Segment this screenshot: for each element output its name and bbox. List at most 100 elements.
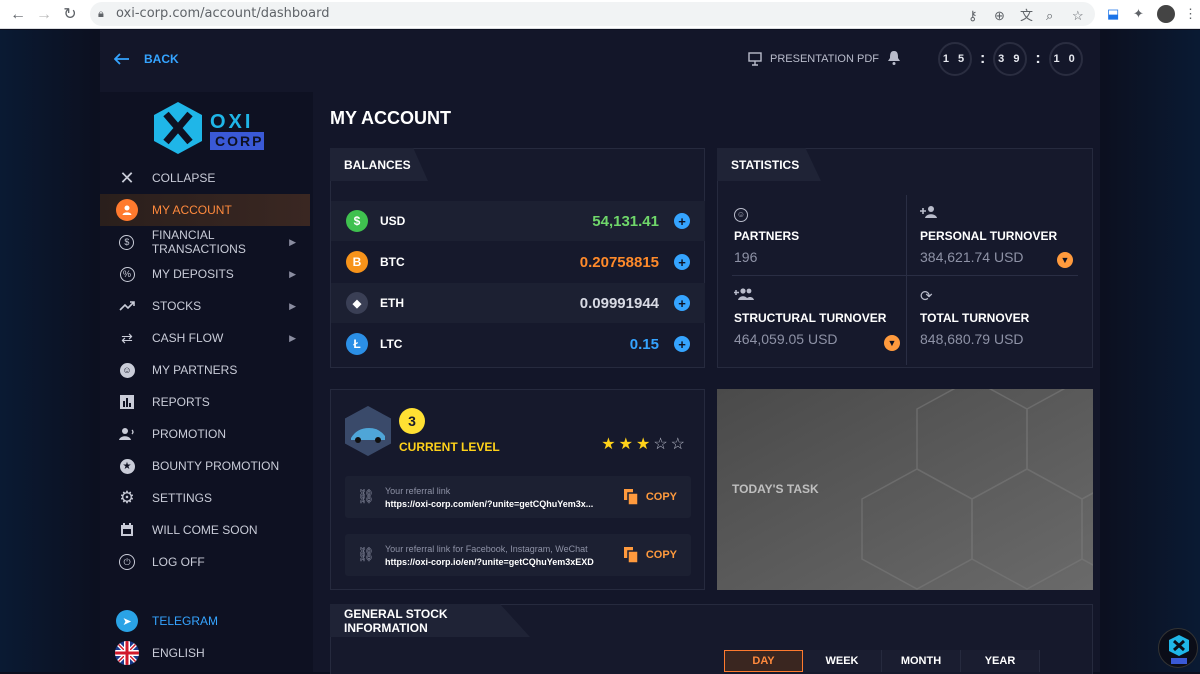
stat-total-turnover: ⟳ TOTAL TURNOVER 848,680.79 USD (920, 287, 1092, 347)
sidebar-item-cash-flow[interactable]: ⇄ CASH FLOW ▶ (100, 322, 310, 354)
sidebar-item-log-off[interactable]: ⏻ LOG OFF (100, 546, 310, 578)
sidebar-item-bounty-promotion[interactable]: ★ BOUNTY PROMOTION (100, 450, 310, 482)
browser-toolbar: ← → ↻ 🔒︎ oxi-corp.com/account/dashboard … (0, 0, 1200, 29)
address-bar[interactable]: 🔒︎ oxi-corp.com/account/dashboard ⚷ ⊕ 文 … (90, 2, 1095, 26)
telegram-link[interactable]: ➤ TELEGRAM (100, 605, 310, 637)
coin-value: 0.09991944 (579, 294, 659, 312)
expand-personal-turnover-button[interactable]: ▼ (1057, 252, 1073, 268)
expand-structural-turnover-button[interactable]: ▼ (884, 335, 900, 351)
plus-circle-icon[interactable]: ⊕ (994, 8, 1005, 24)
coin-value: 54,131.41 (592, 212, 659, 230)
top-bar: BACK PRESENTATION PDF 1 5 : 3 9 : 1 0 (100, 30, 1100, 92)
stat-label: PERSONAL TURNOVER (920, 229, 1058, 243)
tab-day[interactable]: DAY (724, 650, 803, 672)
balances-panel: BALANCES $ USD 54,131.41 + B BTC 0.20758… (330, 148, 705, 368)
close-icon: ✕ (119, 167, 135, 188)
balance-row-btc: B BTC 0.20758815 + (331, 242, 705, 282)
sidebar-item-will-come-soon[interactable]: WILL COME SOON (100, 514, 310, 546)
coin-name: BTC (380, 255, 405, 269)
referral-label: Your referral link for Facebook, Instagr… (385, 544, 588, 554)
timer-minutes: 3 9 (993, 42, 1028, 76)
key-icon[interactable]: ⚷ (968, 8, 978, 24)
sidebar-item-my-deposits[interactable]: % MY DEPOSITS ▶ (100, 258, 310, 290)
level-panel: 3 CURRENT LEVEL ★★★☆☆ ⛓ Your referral li… (330, 389, 705, 590)
add-usd-button[interactable]: + (674, 213, 690, 229)
copy-button[interactable]: COPY (623, 547, 677, 563)
page-title: MY ACCOUNT (330, 108, 451, 128)
sidebar-item-label: MY PARTNERS (152, 363, 238, 377)
profile-avatar[interactable] (1157, 5, 1175, 23)
period-tabs: DAY WEEK MONTH YEAR (724, 650, 1040, 672)
balance-row-eth: ◆ ETH 0.09991944 + (331, 283, 705, 323)
forward-arrow-icon[interactable]: → (34, 5, 54, 25)
trend-icon (116, 295, 138, 317)
bell-icon[interactable] (887, 50, 901, 66)
tab-month[interactable]: MONTH (882, 650, 961, 672)
todays-task-title: TODAY'S TASK (732, 482, 819, 496)
referral-link-social-box: ⛓ Your referral link for Facebook, Insta… (345, 534, 691, 576)
divider (732, 275, 1078, 276)
statistics-panel: STATISTICS ☺ PARTNERS 196 PERSONAL TURNO… (717, 148, 1093, 368)
coin-name: USD (380, 214, 406, 228)
back-arrow-icon[interactable]: ← (8, 5, 28, 25)
timer-separator: : (1035, 50, 1041, 67)
balances-tab: BALANCES (330, 148, 428, 181)
url-text: oxi-corp.com/account/dashboard (116, 6, 330, 21)
timer-separator: : (980, 50, 986, 67)
back-button[interactable]: BACK (114, 52, 179, 66)
sidebar-item-promotion[interactable]: PROMOTION (100, 418, 310, 450)
referral-url[interactable]: https://oxi-corp.io/en/?unite=getCQhuYem… (385, 557, 605, 567)
presentation-pdf-button[interactable]: PRESENTATION PDF (748, 52, 879, 66)
statistics-tab: STATISTICS (717, 148, 821, 181)
copy-label: COPY (645, 491, 677, 503)
back-arrow-icon (114, 53, 129, 65)
puzzle-icon[interactable]: ✦ (1133, 6, 1144, 22)
stat-partners: ☺ PARTNERS 196 (734, 205, 906, 265)
sidebar-item-label: PROMOTION (152, 427, 226, 441)
partners-icon: ☺ (116, 359, 138, 381)
level-car-image (345, 406, 391, 456)
copy-button[interactable]: COPY (623, 489, 677, 505)
extension-icon[interactable]: ⬓ (1107, 6, 1119, 22)
add-btc-button[interactable]: + (674, 254, 690, 270)
tab-year[interactable]: YEAR (961, 650, 1040, 672)
tab-week[interactable]: WEEK (803, 650, 882, 672)
sidebar-item-my-partners[interactable]: ☺ MY PARTNERS (100, 354, 310, 386)
referral-link-box: ⛓ Your referral link https://oxi-corp.co… (345, 476, 691, 518)
sidebar-item-collapse[interactable]: ✕ COLLAPSE (100, 162, 310, 194)
sidebar-item-stocks[interactable]: STOCKS ▶ (100, 290, 310, 322)
sidebar-item-reports[interactable]: REPORTS (100, 386, 310, 418)
copy-label: COPY (645, 549, 677, 561)
link-icon: ⛓ (357, 488, 375, 504)
sidebar-item-label: MY DEPOSITS (152, 267, 234, 281)
translate-icon[interactable]: 文 (1020, 8, 1033, 24)
oxi-corp-logo[interactable]: OXI CORP (152, 102, 267, 154)
stat-value: 196 (734, 249, 758, 265)
reload-icon[interactable]: ↻ (60, 5, 80, 25)
referral-url[interactable]: https://oxi-corp.com/en/?unite=getCQhuYe… (385, 499, 605, 509)
usd-icon: $ (346, 210, 368, 232)
sidebar-item-label: BOUNTY PROMOTION (152, 459, 280, 473)
add-eth-button[interactable]: + (674, 295, 690, 311)
coin-name: ETH (380, 296, 404, 310)
logo-text-oxi: OXI (210, 111, 253, 133)
sidebar: OXI CORP ✕ COLLAPSE MY ACCOUNT $ FINANCI… (100, 92, 313, 672)
star-filled-icon: ★ (618, 436, 636, 453)
sidebar-item-label: MY ACCOUNT (152, 203, 232, 217)
copy-icon (623, 547, 638, 563)
floating-support-button[interactable] (1158, 628, 1198, 668)
bookmark-star-icon[interactable]: ☆ (1072, 8, 1084, 24)
todays-task-card[interactable]: TODAY'S TASK (717, 389, 1093, 590)
telegram-label: TELEGRAM (152, 614, 219, 628)
sidebar-item-label: WILL COME SOON (152, 523, 258, 537)
zoom-icon[interactable]: ⌕ (1046, 8, 1053, 24)
add-ltc-button[interactable]: + (674, 336, 690, 352)
sidebar-item-financial-transactions[interactable]: $ FINANCIAL TRANSACTIONS ▶ (100, 226, 310, 258)
sidebar-item-settings[interactable]: ⚙ SETTINGS (100, 482, 310, 514)
stat-value: 464,059.05 USD (734, 331, 838, 347)
percent-icon: % (116, 263, 138, 285)
link-icon: ⛓ (357, 546, 375, 562)
language-selector[interactable]: ENGLISH (100, 637, 310, 669)
sidebar-item-my-account[interactable]: MY ACCOUNT (100, 194, 310, 226)
menu-dots-icon[interactable]: ⋮ (1184, 6, 1197, 22)
